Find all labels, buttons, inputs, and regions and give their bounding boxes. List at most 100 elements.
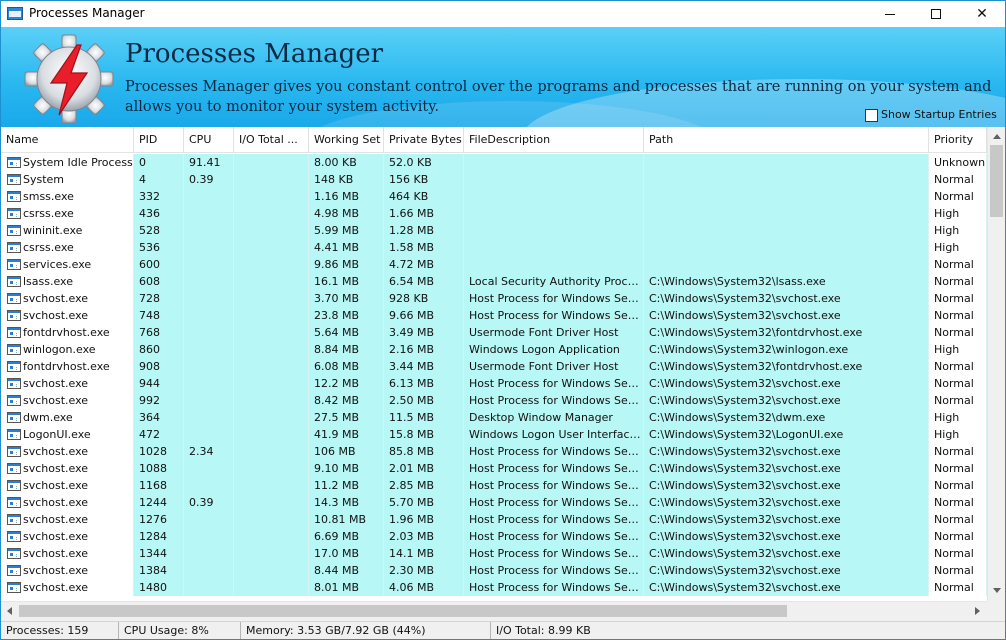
table-row[interactable]: svchost.exe 728 3.70 MB 928 KB Host Process … bbox=[1, 290, 987, 307]
cell-file-description bbox=[464, 171, 644, 188]
table-row[interactable]: csrss.exe 536 4.41 MB 1.58 MB High bbox=[1, 239, 987, 256]
process-name: csrss.exe bbox=[23, 207, 74, 220]
cell-private-bytes: 928 KB bbox=[384, 290, 464, 307]
cell-pid: 436 bbox=[134, 205, 184, 222]
maximize-button[interactable] bbox=[913, 1, 959, 27]
process-window-icon bbox=[7, 259, 21, 270]
cell-file-description: Host Process for Windows Servi... bbox=[464, 494, 644, 511]
scroll-left-arrow-icon[interactable] bbox=[7, 607, 12, 615]
cell-path: C:\Windows\System32\lsass.exe bbox=[644, 273, 929, 290]
column-header-working-set[interactable]: Working Set bbox=[309, 127, 384, 153]
cell-io-total bbox=[234, 511, 309, 528]
table-row[interactable]: svchost.exe 748 23.8 MB 9.66 MB Host Process… bbox=[1, 307, 987, 324]
cell-path: C:\Windows\System32\svchost.exe bbox=[644, 392, 929, 409]
cell-working-set: 8.00 KB bbox=[309, 154, 384, 171]
minimize-button[interactable] bbox=[867, 1, 913, 27]
cell-pid: 1088 bbox=[134, 460, 184, 477]
cell-file-description bbox=[464, 205, 644, 222]
table-row[interactable]: svchost.exe 992 8.42 MB 2.50 MB Host Process… bbox=[1, 392, 987, 409]
scroll-up-arrow-icon[interactable] bbox=[993, 134, 1001, 139]
status-bar: Processes: 159 CPU Usage: 8% Memory: 3.5… bbox=[1, 621, 1005, 639]
column-header-priority[interactable]: Priority bbox=[929, 127, 987, 153]
table-row[interactable]: svchost.exe 1344 17.0 MB 14.1 MB Host Proces… bbox=[1, 545, 987, 562]
cell-priority: Normal bbox=[929, 392, 987, 409]
cell-working-set: 9.86 MB bbox=[309, 256, 384, 273]
process-name: LogonUI.exe bbox=[23, 428, 91, 441]
app-window-icon bbox=[7, 7, 23, 20]
cell-io-total bbox=[234, 545, 309, 562]
column-header-name[interactable]: Name bbox=[1, 127, 134, 153]
table-row[interactable]: svchost.exe 1244 0.39 14.3 MB 5.70 MB Host Pr… bbox=[1, 494, 987, 511]
cell-io-total bbox=[234, 392, 309, 409]
process-window-icon bbox=[7, 310, 21, 321]
column-header-file-description[interactable]: FileDescription bbox=[464, 127, 644, 153]
column-header-cpu[interactable]: CPU bbox=[184, 127, 234, 153]
table-row[interactable]: svchost.exe 1384 8.44 MB 2.30 MB Host Proces… bbox=[1, 562, 987, 579]
process-name: svchost.exe bbox=[23, 394, 89, 407]
process-name: wininit.exe bbox=[23, 224, 83, 237]
cell-file-description: Host Process for Windows Servi... bbox=[464, 528, 644, 545]
cell-io-total bbox=[234, 256, 309, 273]
cell-priority: Normal bbox=[929, 562, 987, 579]
cell-pid: 1276 bbox=[134, 511, 184, 528]
process-window-icon bbox=[7, 412, 21, 423]
cell-file-description: Windows Logon User Interface ... bbox=[464, 426, 644, 443]
scroll-right-arrow-icon[interactable] bbox=[975, 607, 980, 615]
process-window-icon bbox=[7, 548, 21, 559]
horizontal-scrollbar[interactable] bbox=[1, 601, 987, 619]
cell-name: System Idle Process bbox=[1, 154, 134, 171]
column-header-path[interactable]: Path bbox=[644, 127, 929, 153]
table-row[interactable]: svchost.exe 1480 8.01 MB 4.06 MB Host Proces… bbox=[1, 579, 987, 596]
table-row[interactable]: System 4 0.39 148 KB 156 KB Normal bbox=[1, 171, 987, 188]
cell-io-total bbox=[234, 307, 309, 324]
column-header-pid[interactable]: PID bbox=[134, 127, 184, 153]
table-row[interactable]: csrss.exe 436 4.98 MB 1.66 MB High bbox=[1, 205, 987, 222]
cell-pid: 332 bbox=[134, 188, 184, 205]
table-row[interactable]: fontdrvhost.exe 908 6.08 MB 3.44 MB Usermode… bbox=[1, 358, 987, 375]
table-row[interactable]: LogonUI.exe 472 41.9 MB 15.8 MB Windows Logo… bbox=[1, 426, 987, 443]
cell-path: C:\Windows\System32\svchost.exe bbox=[644, 460, 929, 477]
table-row[interactable]: dwm.exe 364 27.5 MB 11.5 MB Desktop Window M… bbox=[1, 409, 987, 426]
table-row[interactable]: System Idle Process 0 91.41 8.00 KB 52.0 KB U… bbox=[1, 154, 987, 171]
cell-path: C:\Windows\System32\fontdrvhost.exe bbox=[644, 358, 929, 375]
table-row[interactable]: smss.exe 332 1.16 MB 464 KB Normal bbox=[1, 188, 987, 205]
scroll-down-arrow-icon[interactable] bbox=[993, 588, 1001, 593]
cell-cpu bbox=[184, 341, 234, 358]
table-row[interactable]: svchost.exe 1168 11.2 MB 2.85 MB Host Proces… bbox=[1, 477, 987, 494]
cell-priority: Normal bbox=[929, 528, 987, 545]
column-header-private-bytes[interactable]: Private Bytes bbox=[384, 127, 464, 153]
table-row[interactable]: fontdrvhost.exe 768 5.64 MB 3.49 MB Usermode… bbox=[1, 324, 987, 341]
table-row[interactable]: winlogon.exe 860 8.84 MB 2.16 MB Windows Log… bbox=[1, 341, 987, 358]
table-row[interactable]: wininit.exe 528 5.99 MB 1.28 MB High bbox=[1, 222, 987, 239]
process-window-icon bbox=[7, 157, 21, 168]
cell-priority: Unknown bbox=[929, 154, 987, 171]
table-row[interactable]: svchost.exe 1276 10.81 MB 1.96 MB Host Proce… bbox=[1, 511, 987, 528]
title-bar[interactable]: Processes Manager ✕ bbox=[1, 1, 1005, 27]
cell-name: svchost.exe bbox=[1, 477, 134, 494]
scrollbar-corner bbox=[987, 601, 1005, 619]
table-row[interactable]: lsass.exe 608 16.1 MB 6.54 MB Local Security… bbox=[1, 273, 987, 290]
cell-private-bytes: 4.72 MB bbox=[384, 256, 464, 273]
table-row[interactable]: svchost.exe 1284 6.69 MB 2.03 MB Host Proces… bbox=[1, 528, 987, 545]
cell-cpu bbox=[184, 426, 234, 443]
cell-io-total bbox=[234, 239, 309, 256]
vertical-scroll-thumb[interactable] bbox=[990, 145, 1003, 217]
table-row[interactable]: svchost.exe 1088 9.10 MB 2.01 MB Host Proces… bbox=[1, 460, 987, 477]
cell-cpu: 2.34 bbox=[184, 443, 234, 460]
table-row[interactable]: services.exe 600 9.86 MB 4.72 MB Normal bbox=[1, 256, 987, 273]
table-row[interactable]: svchost.exe 1028 2.34 106 MB 85.8 MB Host Pro… bbox=[1, 443, 987, 460]
cell-priority: Normal bbox=[929, 171, 987, 188]
cell-cpu bbox=[184, 290, 234, 307]
show-startup-entries-checkbox[interactable] bbox=[865, 109, 878, 122]
column-header-io-total[interactable]: I/O Total ... bbox=[234, 127, 309, 153]
cell-file-description bbox=[464, 239, 644, 256]
cell-private-bytes: 5.70 MB bbox=[384, 494, 464, 511]
vertical-scrollbar[interactable] bbox=[987, 127, 1005, 601]
table-row[interactable]: svchost.exe 944 12.2 MB 6.13 MB Host Process… bbox=[1, 375, 987, 392]
process-list[interactable]: Name PID CPU I/O Total ... Working Set Privat… bbox=[1, 127, 1005, 619]
process-name: svchost.exe bbox=[23, 530, 89, 543]
process-name: svchost.exe bbox=[23, 479, 89, 492]
cell-path: C:\Windows\System32\svchost.exe bbox=[644, 528, 929, 545]
close-button[interactable]: ✕ bbox=[959, 1, 1005, 27]
horizontal-scroll-thumb[interactable] bbox=[19, 605, 787, 617]
